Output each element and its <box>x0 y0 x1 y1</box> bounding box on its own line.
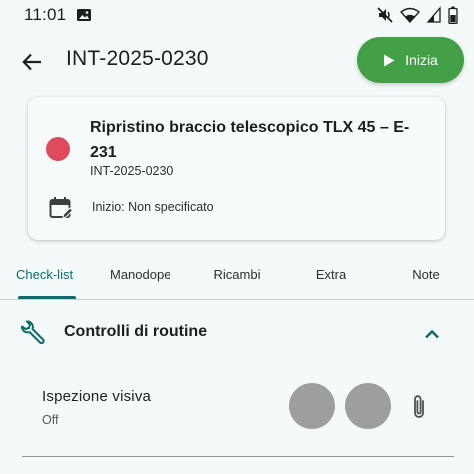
back-button[interactable] <box>16 46 48 78</box>
image-icon <box>77 9 92 21</box>
checklist-item: Ispezione visiva Off <box>0 376 474 456</box>
intervention-card[interactable]: Ripristino braccio telescopico TLX 45 – … <box>28 97 445 240</box>
wifi-icon <box>400 7 420 24</box>
row-divider <box>22 456 454 457</box>
checklist-item-value: Off <box>42 413 59 427</box>
play-icon <box>384 54 395 66</box>
tab-check-list[interactable]: Check-list <box>16 250 78 299</box>
checklist-item-label: Ispezione visiva <box>42 388 152 405</box>
signal-icon <box>426 6 441 23</box>
start-date-text: Inizio: Non specificato <box>92 200 214 214</box>
app-bar: INT-2025-0230 Inizia <box>0 34 474 90</box>
tab-manodopera[interactable]: Manodopera <box>110 250 172 299</box>
active-tab-indicator <box>18 296 76 299</box>
section-title: Controlli di routine <box>64 323 208 340</box>
chevron-up-icon[interactable] <box>420 322 444 346</box>
battery-icon <box>448 6 458 24</box>
intervention-code: INT-2025-0230 <box>90 164 174 178</box>
section-header-routine[interactable]: Controlli di routine <box>0 308 474 356</box>
paperclip-icon[interactable] <box>408 393 430 421</box>
tab-label: Check-list <box>16 267 74 282</box>
status-time: 11:01 <box>24 5 67 24</box>
ko-toggle-button[interactable] <box>345 383 391 429</box>
priority-indicator <box>46 137 70 161</box>
tab-label: Note <box>412 267 440 282</box>
arrow-back-icon <box>22 53 41 71</box>
intervention-title: Ripristino braccio telescopico TLX 45 – … <box>90 119 410 161</box>
page-title: INT-2025-0230 <box>66 47 209 70</box>
start-button[interactable]: Inizia <box>357 37 464 83</box>
status-bar: 11:01 <box>0 0 474 30</box>
tab-extra[interactable]: Extra <box>284 250 378 299</box>
tab-label: Extra <box>315 267 347 282</box>
start-button-label: Inizia <box>405 52 438 68</box>
tab-label: Manodopera <box>110 267 170 282</box>
calendar-edit-icon <box>49 197 74 219</box>
wrench-icon <box>21 320 45 345</box>
tab-note[interactable]: Note <box>378 250 474 299</box>
mute-icon <box>377 7 393 23</box>
tab-label: Ricambi <box>213 267 261 282</box>
tab-bar: Check-list Manodopera Ricambi Extra Note <box>0 250 474 300</box>
ok-toggle-button[interactable] <box>289 383 335 429</box>
tab-ricambi[interactable]: Ricambi <box>190 250 284 299</box>
